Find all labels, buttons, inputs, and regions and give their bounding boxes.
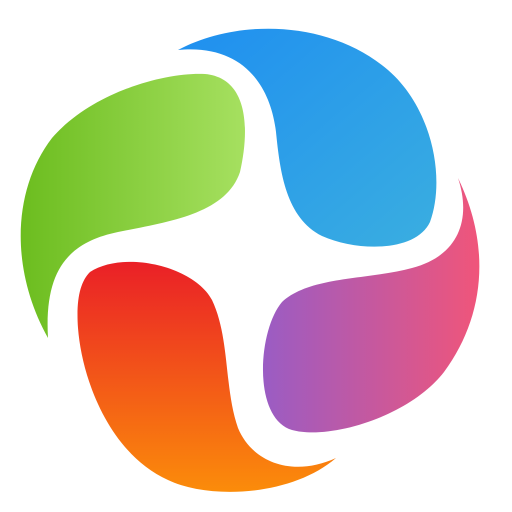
- pinwheel-logo-icon: [20, 28, 480, 492]
- logo: [0, 0, 512, 512]
